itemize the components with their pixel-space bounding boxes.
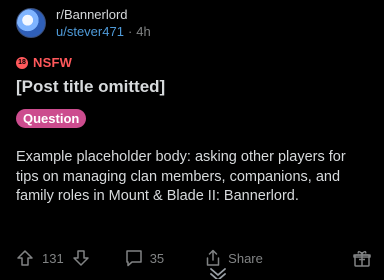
comments-button[interactable]: 35 [124,249,164,267]
post-flair[interactable]: Question [16,109,87,128]
downvote-icon[interactable] [72,249,90,267]
post-action-bar: 131 35 Share [16,246,372,270]
author-username[interactable]: u/stever471 [56,23,124,40]
post-title: [Post title omitted] [16,77,166,96]
post-header: r/Bannerlord u/stever471 · 4h [16,6,151,40]
post-age: 4h [136,24,151,39]
meta-separator: · [127,24,133,39]
chevron-down-icon[interactable] [208,266,228,280]
subreddit-avatar[interactable] [16,8,46,38]
vote-control: 131 [16,249,90,267]
comment-count: 35 [149,250,165,266]
nsfw-icon: 18 [16,56,28,69]
share-icon [204,249,222,267]
post-meta-block: r/Bannerlord u/stever471 · 4h [56,6,151,40]
share-button[interactable]: Share [204,249,263,267]
vote-count: 131 [42,250,64,266]
award-icon [352,248,372,268]
comment-icon [124,249,144,267]
upvote-icon[interactable] [16,249,34,267]
post-view: r/Bannerlord u/stever471 · 4h 18 NSFW [P… [0,0,384,280]
share-label: Share [228,250,263,266]
nsfw-tag: 18 NSFW [16,55,72,70]
post-body: Example placeholder body: asking other p… [16,149,346,204]
subreddit-name[interactable]: r/Bannerlord [56,6,151,23]
post-meta: u/stever471 · 4h [56,23,151,40]
nsfw-label: NSFW [33,55,73,70]
award-button[interactable] [352,248,372,268]
